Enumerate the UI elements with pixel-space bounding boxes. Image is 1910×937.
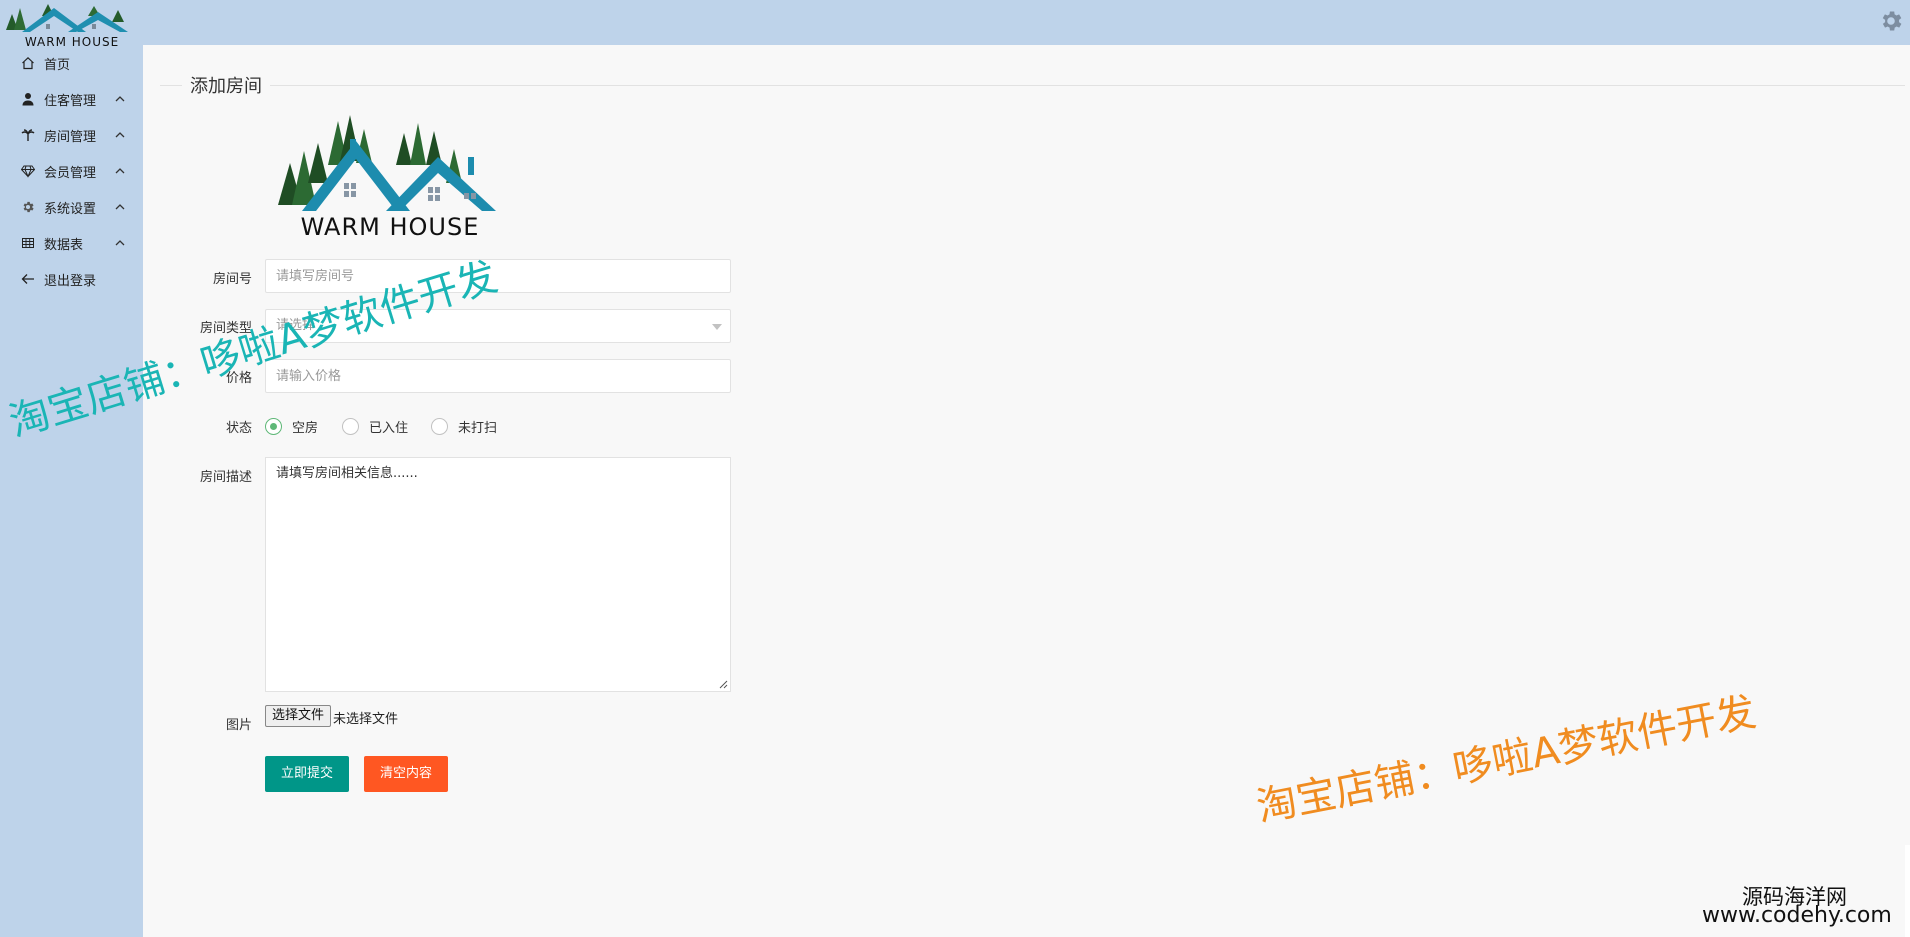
sidebar-item-members[interactable]: 会员管理: [0, 153, 143, 189]
status-radio-uncleaned[interactable]: 未打扫: [431, 415, 497, 437]
description-text: 请填写房间相关信息......: [276, 466, 418, 481]
logo-text: WARM HOUSE: [301, 213, 480, 241]
palm-icon: [20, 127, 36, 143]
room-number-label: 房间号: [212, 272, 252, 287]
sidebar-item-label: 房间管理: [44, 129, 97, 145]
choose-file-button[interactable]: 选择文件: [265, 705, 332, 727]
sidebar-item-settings[interactable]: 系统设置: [0, 189, 143, 225]
reset-button[interactable]: 清空内容: [364, 756, 449, 792]
chevron-up-icon[interactable]: [113, 128, 127, 142]
gear-icon: [20, 199, 36, 215]
sidebar-item-home[interactable]: 首页: [0, 45, 143, 81]
user-icon: [20, 91, 36, 107]
radio-unchecked-icon: [431, 417, 448, 435]
submit-button[interactable]: 立即提交: [265, 756, 350, 792]
chevron-up-icon[interactable]: [113, 164, 127, 178]
resize-grip-icon[interactable]: [718, 679, 728, 689]
top-header-bar: [0, 0, 1910, 45]
radio-checked-icon: [265, 417, 282, 435]
fieldset-divider: [160, 85, 1905, 86]
radio-unchecked-icon: [342, 417, 359, 435]
sidebar-item-label: 会员管理: [44, 165, 97, 181]
sidebar-item-label: 首页: [44, 57, 71, 73]
caret-down-icon: [712, 324, 722, 330]
sidebar-item-logout[interactable]: 退出登录: [0, 261, 143, 297]
sidebar-item-guests[interactable]: 住客管理: [0, 81, 143, 117]
sidebar-logo[interactable]: WARM HOUSE: [2, 0, 142, 50]
description-textarea[interactable]: 请填写房间相关信息......: [265, 457, 731, 692]
price-input[interactable]: [265, 359, 731, 393]
radio-label: 已入住: [369, 420, 409, 436]
arrow-left-icon: [20, 271, 36, 287]
chevron-up-icon[interactable]: [113, 92, 127, 106]
chevron-up-icon[interactable]: [113, 236, 127, 250]
page-title: 添加房间: [182, 72, 270, 98]
table-icon: [20, 235, 36, 251]
sidebar-item-label: 系统设置: [44, 201, 97, 217]
sidebar-item-label: 住客管理: [44, 93, 97, 109]
status-radio-occupied[interactable]: 已入住: [342, 415, 408, 437]
home-icon: [20, 55, 36, 71]
site-watermark-url: www.codehy.com: [1702, 903, 1892, 928]
diamond-icon: [20, 163, 36, 179]
sidebar-item-label: 数据表: [44, 237, 84, 253]
radio-label: 空房: [292, 420, 319, 436]
sidebar-item-label: 退出登录: [44, 273, 97, 289]
sidebar-item-rooms[interactable]: 房间管理: [0, 117, 143, 153]
description-label: 房间描述: [199, 470, 252, 485]
warm-house-logo: WARM HOUSE: [278, 115, 496, 241]
image-label: 图片: [225, 718, 252, 733]
corner-strip: [1905, 845, 1910, 937]
sidebar-item-datatable[interactable]: 数据表: [0, 225, 143, 261]
gear-icon[interactable]: [1878, 8, 1904, 34]
status-label: 状态: [225, 421, 252, 436]
chevron-up-icon[interactable]: [113, 200, 127, 214]
status-radio-vacant[interactable]: 空房: [265, 415, 318, 437]
sidebar: WARM HOUSE 首页 住客管理 房间管理 会员管理 系统设置 数据表 退出…: [0, 0, 143, 937]
file-status-text: 未选择文件: [333, 712, 399, 727]
radio-label: 未打扫: [458, 420, 498, 436]
